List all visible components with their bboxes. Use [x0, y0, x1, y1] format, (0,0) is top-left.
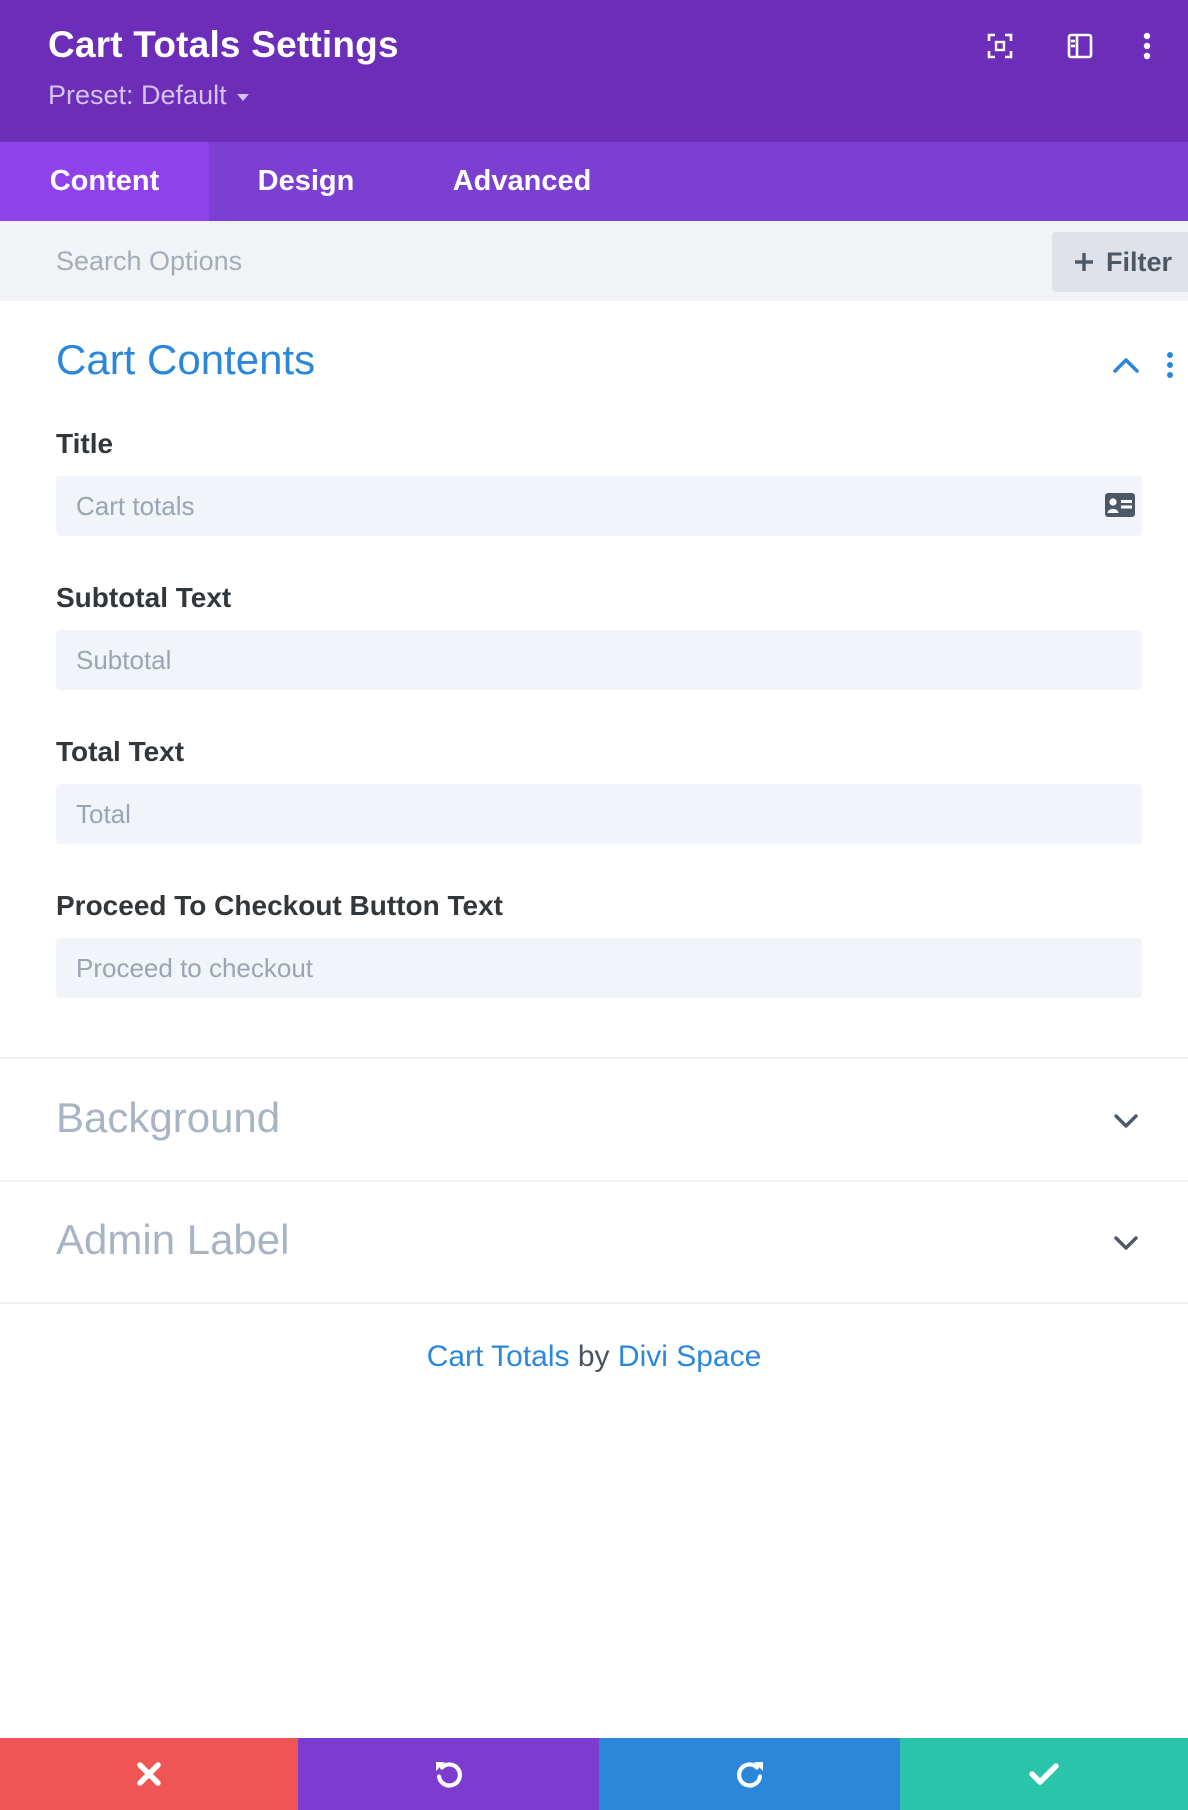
bottom-action-bar	[0, 1738, 1188, 1810]
section-title-cart-contents[interactable]: Cart Contents	[56, 336, 315, 384]
field-label-total-text: Total Text	[56, 736, 185, 767]
field-label-subtotal-text: Subtotal Text	[56, 582, 232, 613]
redo-icon	[736, 1762, 763, 1788]
section-options-icon[interactable]	[1152, 347, 1188, 383]
chevron-down-icon[interactable]	[1108, 1103, 1144, 1139]
preset-label: Preset: Default	[48, 80, 227, 110]
modal-header: Cart Totals Settings Preset: Default	[0, 0, 1188, 142]
preset-dropdown[interactable]: Preset: Default	[48, 80, 249, 111]
section-divider	[0, 1180, 1188, 1182]
field-label-checkout-button-text: Proceed To Checkout Button Text	[56, 890, 503, 921]
filter-label: Filter	[1106, 246, 1173, 277]
search-bar	[0, 221, 1188, 301]
undo-icon	[435, 1762, 462, 1788]
undo-button[interactable]	[298, 1738, 599, 1810]
title-input[interactable]	[56, 476, 1142, 536]
dynamic-content-icon[interactable]	[1104, 492, 1136, 523]
chevron-up-icon[interactable]	[1108, 347, 1144, 383]
tab-content[interactable]: Content	[0, 142, 209, 221]
check-icon	[1029, 1763, 1059, 1785]
expand-icon[interactable]	[982, 28, 1018, 64]
module-link[interactable]: Cart Totals	[427, 1340, 570, 1373]
total-text-input[interactable]	[56, 784, 1142, 844]
caret-down-icon	[236, 94, 249, 101]
section-title-admin-label[interactable]: Admin Label	[56, 1216, 289, 1264]
redo-button[interactable]	[599, 1738, 900, 1810]
subtotal-text-input[interactable]	[56, 630, 1142, 690]
discard-button[interactable]	[0, 1738, 298, 1810]
section-divider	[0, 1057, 1188, 1059]
author-link[interactable]: Divi Space	[618, 1340, 761, 1373]
plus-icon	[1075, 253, 1093, 271]
tab-advanced[interactable]: Advanced	[403, 142, 641, 221]
modal-title: Cart Totals Settings	[48, 24, 399, 65]
settings-tabs: Content Design Advanced	[0, 142, 1188, 221]
search-input[interactable]	[56, 239, 956, 283]
sidebar-layout-icon[interactable]	[1062, 28, 1098, 64]
subtotal-text-field	[56, 630, 1142, 690]
save-button[interactable]	[900, 1738, 1188, 1810]
total-text-field	[56, 784, 1142, 844]
title-field	[56, 476, 1142, 536]
checkout-button-text-input[interactable]	[56, 938, 1142, 998]
section-title-background[interactable]: Background	[56, 1094, 280, 1142]
module-credit: Cart Totals by Divi Space	[0, 1340, 1188, 1374]
close-icon	[137, 1762, 161, 1786]
filter-button[interactable]: Filter	[1052, 232, 1188, 292]
chevron-down-icon[interactable]	[1108, 1225, 1144, 1261]
checkout-button-text-field	[56, 938, 1142, 998]
more-vertical-icon[interactable]	[1129, 28, 1165, 64]
section-divider	[0, 1302, 1188, 1304]
credit-by-text: by	[577, 1340, 610, 1373]
tab-design[interactable]: Design	[209, 142, 403, 221]
field-label-title: Title	[56, 428, 114, 459]
